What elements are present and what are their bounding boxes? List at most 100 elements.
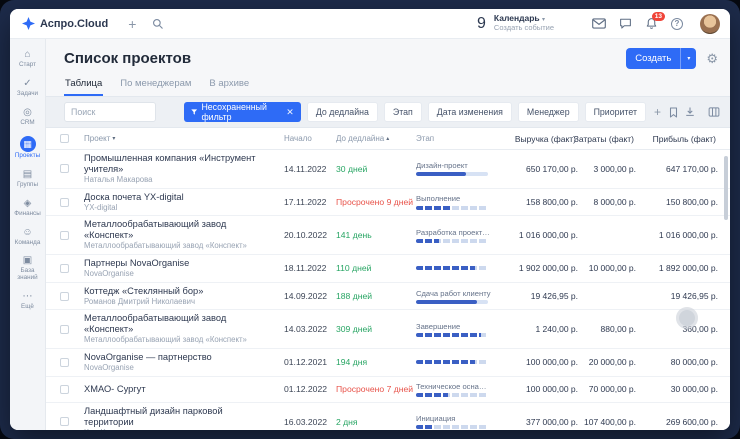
tab-2[interactable]: В архиве — [208, 75, 250, 96]
sidebar-item-tasks[interactable]: ✓ Задачи — [11, 76, 45, 100]
row-checkbox[interactable] — [60, 164, 69, 173]
global-search-icon[interactable] — [152, 18, 164, 30]
costs-value: 3 000,00 р. — [580, 164, 638, 174]
bell-icon[interactable]: 13 — [645, 17, 658, 30]
start-date: 18.11.2022 — [284, 263, 336, 273]
sidebar-item-label: База знаний — [11, 268, 45, 282]
table-columns-settings-icon[interactable] — [708, 106, 720, 118]
bookmark-icon[interactable] — [669, 107, 678, 118]
sidebar-item-crm[interactable]: ◎ CRM — [11, 105, 45, 129]
user-avatar[interactable] — [700, 14, 720, 34]
start-date: 14.09.2022 — [284, 291, 336, 301]
profit-value: 80 000,00 р. — [638, 357, 720, 367]
project-name[interactable]: ХМАО- Сургут — [84, 384, 284, 395]
column-header[interactable]: Затраты (факт) — [580, 134, 638, 144]
calendar-create-event[interactable]: Создать событие — [494, 24, 554, 33]
tab-0[interactable]: Таблица — [64, 75, 103, 96]
cursor-highlight — [676, 307, 698, 329]
search-input[interactable] — [64, 102, 156, 122]
project-subtitle: YX-digital — [84, 203, 284, 213]
create-dropdown-caret[interactable]: ▾ — [680, 48, 696, 69]
calendar-widget[interactable]: Календарь ▾ Создать событие — [494, 14, 554, 33]
project-name[interactable]: Ландшафтный дизайн парковой территории — [84, 406, 284, 428]
table-row[interactable]: Партнеры NovaOrganise NovaOrganise 18.11… — [46, 255, 730, 283]
column-header[interactable]: Выручка (факт) — [506, 134, 580, 144]
project-name[interactable]: Партнеры NovaOrganise — [84, 258, 284, 269]
column-header[interactable]: Прибыль (факт) — [638, 134, 720, 144]
row-checkbox[interactable] — [60, 358, 69, 367]
sidebar-item-start[interactable]: ⌂ Старт — [11, 47, 45, 71]
profit-value: 150 800,00 р. — [638, 197, 720, 207]
filter-button-1[interactable]: Этап — [384, 102, 422, 122]
sidebar-item-projects[interactable]: ▦ Проекты — [11, 134, 45, 162]
filter-button-2[interactable]: Дата изменения — [428, 102, 512, 122]
filter-button-3[interactable]: Менеджер — [518, 102, 579, 122]
stage-label: Разработка проекта 1 э... — [416, 228, 492, 237]
column-header[interactable]: До дедлайна ▴ — [336, 134, 416, 143]
app-logo[interactable]: Аспро.Cloud — [22, 17, 108, 30]
project-name[interactable]: Промышленная компания «Инструмент учител… — [84, 153, 284, 175]
table-row[interactable]: NovaOrganise — партнерство NovaOrganise … — [46, 349, 730, 377]
row-checkbox[interactable] — [60, 264, 69, 273]
deadline-value: 30 дней — [336, 164, 416, 174]
export-download-icon[interactable] — [684, 106, 696, 118]
calendar-day-number[interactable]: 9 — [477, 15, 486, 33]
tab-1[interactable]: По менеджерам — [119, 75, 192, 96]
row-checkbox[interactable] — [60, 325, 69, 334]
table-row[interactable]: Металлообрабатывающий завод «Конспект» М… — [46, 310, 730, 349]
tasks-icon: ✓ — [23, 78, 31, 90]
costs-value: 10 000,00 р. — [580, 263, 638, 273]
project-name[interactable]: Коттедж «Стеклянный бор» — [84, 286, 284, 297]
sidebar-item-groups[interactable]: ▤ Группы — [11, 167, 45, 191]
select-all-checkbox[interactable] — [60, 134, 69, 143]
revenue-value: 377 000,00 р. — [506, 417, 580, 427]
sidebar-item-label: Задачи — [17, 91, 38, 98]
view-tabs: Таблица По менеджерам В архиве — [46, 73, 730, 96]
add-filter-button[interactable]: + — [654, 105, 661, 119]
start-date: 01.12.2022 — [284, 384, 336, 394]
row-checkbox[interactable] — [60, 385, 69, 394]
sidebar-item-team[interactable]: ☺ Команда — [11, 225, 45, 249]
active-filter-chip[interactable]: Несохраненный фильтр ✕ — [184, 102, 301, 122]
chat-icon[interactable] — [619, 17, 632, 30]
help-icon[interactable]: ? — [671, 18, 683, 30]
stage-progressbar — [416, 300, 488, 304]
row-checkbox[interactable] — [60, 231, 69, 240]
project-name[interactable]: Доска почета YX-digital — [84, 192, 284, 203]
global-add-button[interactable]: + — [128, 17, 136, 31]
table-row[interactable]: Промышленная компания «Инструмент учител… — [46, 150, 730, 189]
table-row[interactable]: ХМАО- Сургут 01.12.2022 Просрочено 7 дне… — [46, 377, 730, 403]
column-header[interactable]: Проект ▾ — [84, 134, 284, 143]
profit-value: 1 016 000,00 р. — [638, 230, 720, 240]
table-row[interactable]: Ландшафтный дизайн парковой территории K… — [46, 403, 730, 430]
row-checkbox[interactable] — [60, 292, 69, 301]
project-name[interactable]: NovaOrganise — партнерство — [84, 352, 284, 363]
row-checkbox[interactable] — [60, 198, 69, 207]
filter-button-0[interactable]: До дедлайна — [307, 102, 378, 122]
filter-button-4[interactable]: Приоритет — [585, 102, 646, 122]
project-name[interactable]: Металлообрабатывающий завод «Конспект» — [84, 313, 284, 335]
vertical-scrollbar[interactable] — [724, 156, 728, 220]
profit-value: 19 426,95 р. — [638, 291, 720, 301]
column-header[interactable]: Начало — [284, 134, 336, 143]
sidebar-item-more[interactable]: ⋯ Ещё — [11, 289, 45, 313]
start-date: 20.10.2022 — [284, 230, 336, 240]
stage-progressbar — [416, 239, 488, 243]
row-checkbox[interactable] — [60, 417, 69, 426]
mail-icon[interactable] — [592, 18, 606, 29]
table-row[interactable]: Металлообрабатывающий завод «Конспект» М… — [46, 216, 730, 255]
table-row[interactable]: Коттедж «Стеклянный бор» Романов Дмитрий… — [46, 283, 730, 311]
page-settings-gear-icon[interactable]: ⚙ — [706, 51, 718, 67]
project-name[interactable]: Металлообрабатывающий завод «Конспект» — [84, 219, 284, 241]
column-header[interactable]: Этап — [416, 134, 506, 143]
sidebar-item-finance[interactable]: ◈ Финансы — [11, 196, 45, 220]
sidebar-item-knowledge-base[interactable]: ▣ База знаний — [11, 253, 45, 284]
revenue-value: 1 902 000,00 р. — [506, 263, 580, 273]
kb-icon: ▣ — [23, 255, 32, 267]
remove-filter-icon[interactable]: ✕ — [286, 107, 294, 118]
home-icon: ⌂ — [24, 49, 30, 61]
table-row[interactable]: Доска почета YX-digital YX-digital 17.11… — [46, 189, 730, 217]
create-button[interactable]: Создать ▾ — [626, 48, 696, 69]
project-subtitle: Наталья Макарова — [84, 175, 284, 185]
stage-cell — [416, 266, 506, 270]
